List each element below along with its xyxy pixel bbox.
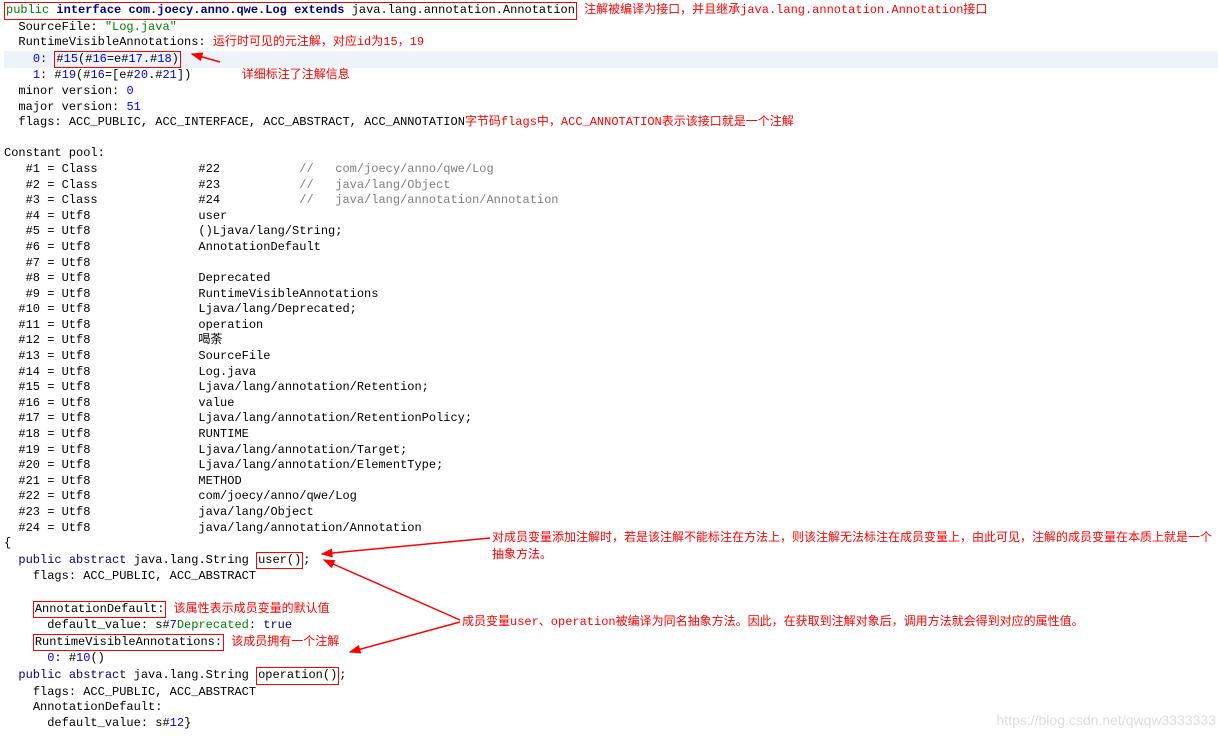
annotation-header: 注解被编译为接口，并且继承java.lang.annotation.Annota…: [584, 3, 987, 17]
annotation-compiled: 成员变量user、operation被编译为同名抽象方法。因此，在获取到注解对象…: [462, 615, 1202, 631]
annotation-rva-detail: 详细标注了注解信息: [242, 68, 350, 82]
cp-entry-17: #17 = Utf8 Ljava/lang/annotation/Retenti…: [4, 411, 1218, 427]
cp-entry-22: #22 = Utf8 com/joecy/anno/qwe/Log: [4, 489, 1218, 505]
cp-entry-8: #8 = Utf8 Deprecated: [4, 271, 1218, 287]
constant-pool-header: Constant pool:: [4, 146, 1218, 162]
cp-entry-12: #12 = Utf8 喝荼: [4, 333, 1218, 349]
cp-entry-4: #4 = Utf8 user: [4, 209, 1218, 225]
cp-entry-9: #9 = Utf8 RuntimeVisibleAnnotations: [4, 287, 1218, 303]
cp-entry-11: #11 = Utf8 operation: [4, 318, 1218, 334]
rva-header: RuntimeVisibleAnnotations: 运行时可见的元注解，对应i…: [4, 35, 1218, 51]
cp-entry-1: #1 = Class #22 // com/joecy/anno/qwe/Log: [4, 162, 1218, 178]
cp-entry-6: #6 = Utf8 AnnotationDefault: [4, 240, 1218, 256]
method-operation-sig: public abstract java.lang.String operati…: [4, 667, 1218, 685]
cp-entry-16: #16 = Utf8 value: [4, 396, 1218, 412]
cp-entry-19: #19 = Utf8 Ljava/lang/annotation/Target;: [4, 443, 1218, 459]
cp-entry-3: #3 = Class #24 // java/lang/annotation/A…: [4, 193, 1218, 209]
cp-entry-20: #20 = Utf8 Ljava/lang/annotation/Element…: [4, 458, 1218, 474]
method-user-rva-0: 0: #10(): [4, 651, 1218, 667]
decl-line: public interface com.joecy.anno.qwe.Log …: [4, 2, 1218, 20]
cp-entry-10: #10 = Utf8 Ljava/lang/Deprecated;: [4, 302, 1218, 318]
flags-line: flags: ACC_PUBLIC, ACC_INTERFACE, ACC_AB…: [4, 115, 1218, 131]
cp-entry-13: #13 = Utf8 SourceFile: [4, 349, 1218, 365]
cp-entry-14: #14 = Utf8 Log.java: [4, 365, 1218, 381]
major-version: major version: 51: [4, 100, 1218, 116]
minor-version: minor version: 0: [4, 84, 1218, 100]
rva-line-0: 0: #15(#16=e#17.#18): [4, 51, 1218, 69]
cp-entry-23: #23 = Utf8 java/lang/Object: [4, 505, 1218, 521]
annotation-member-var: 对成员变量添加注解时，若是该注解不能标注在方法上，则该注解无法标注在成员变量上，…: [492, 530, 1212, 564]
cp-entry-21: #21 = Utf8 METHOD: [4, 474, 1218, 490]
method-user-flags: flags: ACC_PUBLIC, ACC_ABSTRACT: [4, 569, 1218, 585]
sourcefile-line: SourceFile: "Log.java": [4, 20, 1218, 36]
watermark: https://blog.csdn.net/qwqw3333333: [997, 711, 1217, 729]
cp-entry-18: #18 = Utf8 RUNTIME: [4, 427, 1218, 443]
annotation-flags: 字节码flags中，ACC_ANNOTATION表示该接口就是一个注解: [465, 115, 794, 129]
cp-entry-5: #5 = Utf8 ()Ljava/lang/String;: [4, 224, 1218, 240]
rva-line-1: 1: #19(#16=[e#20.#21]) 详细标注了注解信息: [4, 68, 1218, 84]
method-user-rva: RuntimeVisibleAnnotations: 该成员拥有一个注解: [4, 634, 1218, 652]
cp-entry-15: #15 = Utf8 Ljava/lang/annotation/Retenti…: [4, 380, 1218, 396]
annotation-rva: 运行时可见的元注解，对应id为15，19: [213, 35, 424, 49]
constant-pool: #1 = Class #22 // com/joecy/anno/qwe/Log…: [4, 162, 1218, 536]
cp-entry-7: #7 = Utf8: [4, 256, 1218, 272]
cp-entry-2: #2 = Class #23 // java/lang/Object: [4, 178, 1218, 194]
method-operation-flags: flags: ACC_PUBLIC, ACC_ABSTRACT: [4, 685, 1218, 701]
